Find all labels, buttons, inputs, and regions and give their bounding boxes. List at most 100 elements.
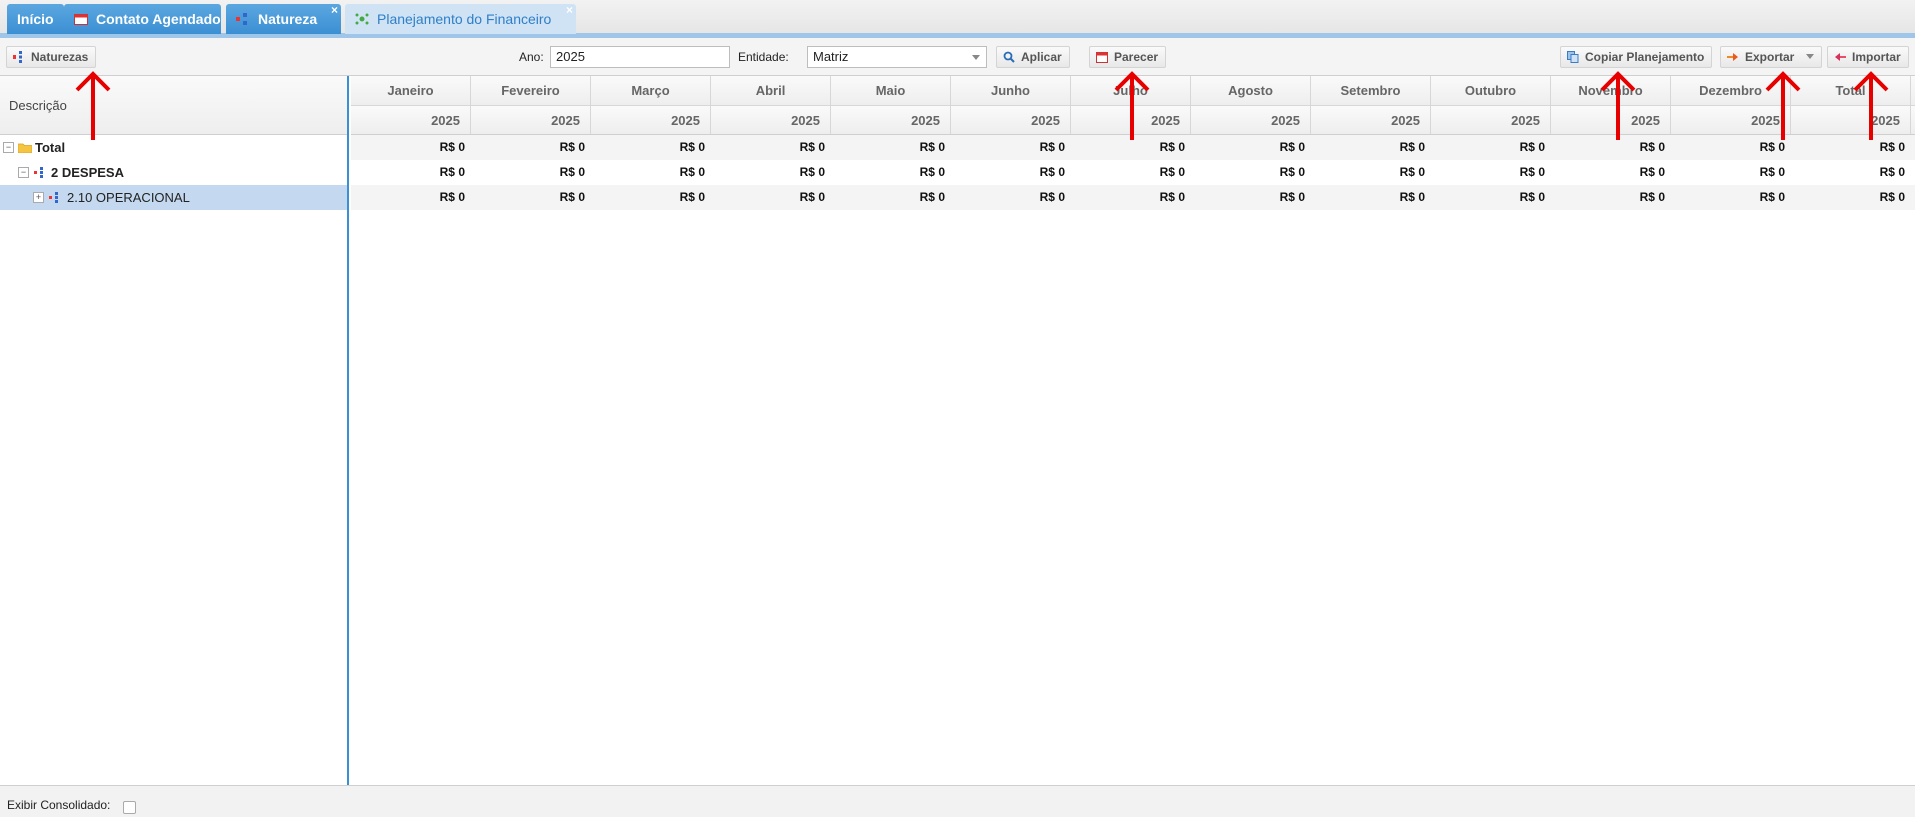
entidade-label: Entidade: xyxy=(738,50,789,64)
month-header[interactable]: Fevereiro xyxy=(471,76,591,105)
close-icon[interactable]: × xyxy=(566,0,573,25)
year-header: 2025 xyxy=(1311,106,1431,134)
grid-cell[interactable]: R$ 0 xyxy=(471,185,591,210)
grid-cell[interactable]: R$ 0 xyxy=(351,160,471,185)
grid-cell[interactable]: R$ 0 xyxy=(951,135,1071,160)
grid-cell[interactable]: R$ 0 xyxy=(1671,185,1791,210)
grid-cell[interactable]: R$ 0 xyxy=(711,160,831,185)
grid-cell[interactable]: R$ 0 xyxy=(1791,160,1911,185)
month-header[interactable]: Junho xyxy=(951,76,1071,105)
grid-row[interactable]: R$ 0 R$ 0 R$ 0 R$ 0 R$ 0 R$ 0 R$ 0 R$ 0 R$ 0 R$ 0… xyxy=(351,160,1915,185)
chevron-down-icon[interactable] xyxy=(1805,54,1814,59)
grid-cell[interactable]: R$ 0 xyxy=(351,135,471,160)
year-header: 2025 xyxy=(831,106,951,134)
grid-cell[interactable]: R$ 0 xyxy=(831,160,951,185)
entidade-select[interactable]: Matriz xyxy=(807,46,987,68)
aplicar-button[interactable]: Aplicar xyxy=(996,46,1070,68)
tab-planejamento[interactable]: Planejamento do Financeiro × xyxy=(345,3,576,34)
month-header[interactable]: Março xyxy=(591,76,711,105)
network-icon xyxy=(355,13,369,25)
tree-icon xyxy=(34,167,43,178)
copiar-planejamento-button[interactable]: Copiar Planejamento xyxy=(1560,46,1713,68)
search-icon xyxy=(1003,51,1015,63)
grid-cell[interactable]: R$ 0 xyxy=(1431,135,1551,160)
grid-cell[interactable]: R$ 0 xyxy=(1551,160,1671,185)
month-header[interactable]: Setembro xyxy=(1311,76,1431,105)
calendar-icon xyxy=(74,14,88,25)
export-icon xyxy=(1727,53,1738,61)
grid-cell[interactable]: R$ 0 xyxy=(1311,160,1431,185)
import-icon xyxy=(1835,53,1846,61)
tree-icon xyxy=(49,192,58,203)
annotation-arrow-icon xyxy=(1853,71,1889,140)
naturezas-button[interactable]: Naturezas xyxy=(6,46,97,68)
tab-label: Início xyxy=(17,11,54,27)
month-header[interactable]: Abril xyxy=(711,76,831,105)
copy-icon xyxy=(1567,51,1579,63)
tree-row-total[interactable]: − Total xyxy=(0,135,347,160)
planning-grid: JaneiroFevereiroMarçoAbrilMaioJunhoJulho… xyxy=(351,76,1915,785)
tree-icon xyxy=(236,13,247,25)
calendar-icon xyxy=(1096,52,1108,63)
grid-cell[interactable]: R$ 0 xyxy=(1551,185,1671,210)
grid-cell[interactable]: R$ 0 xyxy=(1671,160,1791,185)
collapse-icon[interactable]: − xyxy=(18,167,29,178)
grid-cell[interactable]: R$ 0 xyxy=(591,135,711,160)
tree-label: Total xyxy=(35,140,66,155)
grid-cell[interactable]: R$ 0 xyxy=(711,135,831,160)
grid-cell[interactable]: R$ 0 xyxy=(951,160,1071,185)
ano-input[interactable]: 2025 xyxy=(550,46,730,68)
exportar-button[interactable]: Exportar xyxy=(1720,46,1822,68)
close-icon[interactable]: × xyxy=(331,0,338,25)
exibir-consolidado-checkbox[interactable] xyxy=(123,801,136,814)
grid-row[interactable]: R$ 0 R$ 0 R$ 0 R$ 0 R$ 0 R$ 0 R$ 0 R$ 0 R$ 0 R$ 0… xyxy=(351,185,1915,210)
year-header: 2025 xyxy=(951,106,1071,134)
month-header[interactable]: Agosto xyxy=(1191,76,1311,105)
tree-row-operacional[interactable]: + 2.10 OPERACIONAL xyxy=(0,185,347,210)
grid-cell[interactable]: R$ 0 xyxy=(1071,185,1191,210)
tab-label: Planejamento do Financeiro xyxy=(377,11,552,27)
grid-cell[interactable]: R$ 0 xyxy=(471,160,591,185)
annotation-arrow-icon xyxy=(1600,71,1636,140)
grid-cell[interactable]: R$ 0 xyxy=(591,185,711,210)
tab-contato-agendado[interactable]: Contato Agendado xyxy=(64,4,221,34)
chevron-down-icon[interactable] xyxy=(972,55,980,60)
grid-cell[interactable]: R$ 0 xyxy=(1431,185,1551,210)
grid-cell[interactable]: R$ 0 xyxy=(1311,185,1431,210)
grid-cell[interactable]: R$ 0 xyxy=(1191,135,1311,160)
tree-panel: Descrição − Total − 2 DESPESA + 2.10 OPE… xyxy=(0,76,349,785)
grid-cell[interactable]: R$ 0 xyxy=(351,185,471,210)
importar-button[interactable]: Importar xyxy=(1827,46,1909,68)
grid-cell[interactable]: R$ 0 xyxy=(471,135,591,160)
month-header[interactable]: Outubro xyxy=(1431,76,1551,105)
grid-cell[interactable]: R$ 0 xyxy=(831,135,951,160)
grid-cell[interactable]: R$ 0 xyxy=(1071,160,1191,185)
grid-cell[interactable]: R$ 0 xyxy=(1791,185,1911,210)
grid-cell[interactable]: R$ 0 xyxy=(1191,160,1311,185)
parecer-button[interactable]: Parecer xyxy=(1089,46,1167,68)
expand-icon[interactable]: + xyxy=(33,192,44,203)
tree-label: 2.10 OPERACIONAL xyxy=(67,190,190,205)
month-header[interactable]: Maio xyxy=(831,76,951,105)
annotation-arrow-icon xyxy=(1765,71,1801,140)
grid-cell[interactable]: R$ 0 xyxy=(1431,160,1551,185)
month-header[interactable]: Janeiro xyxy=(351,76,471,105)
grid-cell[interactable]: R$ 0 xyxy=(1191,185,1311,210)
tree-row-despesa[interactable]: − 2 DESPESA xyxy=(0,160,347,185)
tab-bar: Início Contato Agendado Natureza × Plane… xyxy=(0,0,1915,38)
folder-icon xyxy=(18,143,32,153)
tab-label: Natureza xyxy=(258,11,318,27)
collapse-icon[interactable]: − xyxy=(3,142,14,153)
grid-cell[interactable]: R$ 0 xyxy=(951,185,1071,210)
grid-cell[interactable]: R$ 0 xyxy=(591,160,711,185)
grid-cell[interactable]: R$ 0 xyxy=(711,185,831,210)
tab-label: Contato Agendado xyxy=(96,11,221,27)
grid-cell[interactable]: R$ 0 xyxy=(1311,135,1431,160)
exibir-consolidado-label: Exibir Consolidado: xyxy=(7,798,111,812)
ano-label: Ano: xyxy=(519,50,544,64)
tab-natureza[interactable]: Natureza × xyxy=(226,3,341,34)
grid-cell[interactable]: R$ 0 xyxy=(831,185,951,210)
year-header: 2025 xyxy=(711,106,831,134)
year-header: 2025 xyxy=(1191,106,1311,134)
tab-inicio[interactable]: Início xyxy=(7,4,64,34)
